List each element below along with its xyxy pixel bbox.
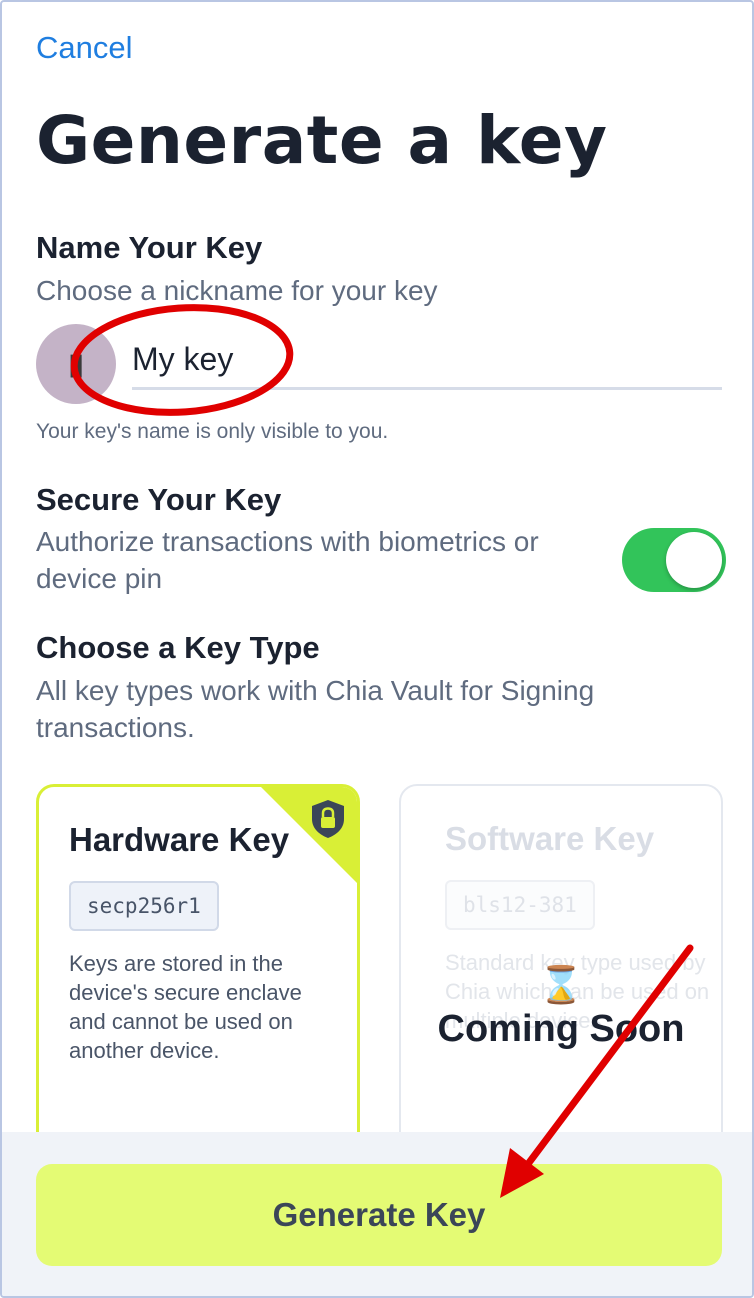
page-title: Generate a key: [36, 102, 608, 179]
generate-key-button[interactable]: Generate Key: [36, 1164, 722, 1266]
key-name-input[interactable]: [132, 332, 722, 390]
secure-key-heading: Secure Your Key: [36, 482, 282, 517]
hardware-key-card[interactable]: Hardware Key secp256r1 Keys are stored i…: [36, 784, 360, 1154]
secure-key-subtitle: Authorize transactions with biometrics o…: [36, 526, 539, 594]
key-name-hint: Your key's name is only visible to you.: [36, 420, 389, 443]
key-avatar[interactable]: ▮: [36, 324, 116, 404]
toggle-knob: [666, 532, 722, 588]
hardware-key-description: Keys are stored in the device's secure e…: [69, 951, 302, 1063]
coming-soon-label: Coming Soon: [437, 1008, 685, 1050]
coming-soon-overlay: ⌛ Coming Soon: [401, 964, 721, 1051]
software-key-tag: bls12-381: [445, 880, 595, 930]
software-key-title: Software Key: [445, 820, 655, 857]
key-type-subtitle: All key types work with Chia Vault for S…: [36, 675, 595, 743]
lock-icon: [312, 800, 344, 838]
name-key-subtitle: Choose a nickname for your key: [36, 275, 438, 306]
key-avatar-icon: ▮: [67, 347, 85, 381]
hardware-key-tag: secp256r1: [69, 881, 219, 931]
cancel-button[interactable]: Cancel: [36, 30, 133, 66]
name-key-heading: Name Your Key: [36, 230, 263, 265]
hourglass-icon: ⌛: [538, 964, 584, 1005]
biometric-toggle[interactable]: [622, 528, 726, 592]
hardware-key-title: Hardware Key: [69, 821, 290, 858]
app-frame: Cancel Generate a key Name Your Key Choo…: [0, 0, 754, 1298]
key-type-heading: Choose a Key Type: [36, 630, 320, 665]
software-key-card: Software Key bls12-381 Standard key type…: [399, 784, 723, 1154]
